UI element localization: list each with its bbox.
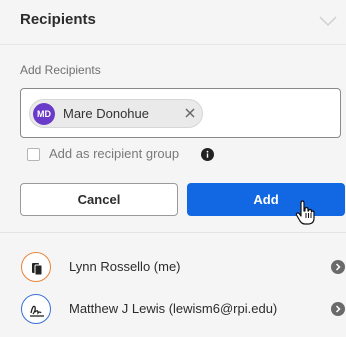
hand-cursor-icon xyxy=(295,200,315,226)
recipient-group-checkbox[interactable] xyxy=(27,148,40,161)
divider xyxy=(0,44,346,45)
recipients-panel: Recipients Add Recipients MD Mare Donohu… xyxy=(0,0,346,337)
cancel-button[interactable]: Cancel xyxy=(20,183,178,216)
chevron-down-icon[interactable] xyxy=(318,14,338,28)
add-button[interactable]: Add xyxy=(187,183,345,216)
recipients-header[interactable]: Recipients xyxy=(0,0,346,44)
chevron-right-icon[interactable] xyxy=(331,260,345,274)
list-item[interactable]: Matthew J Lewis (lewism6@rpi.edu) xyxy=(0,288,346,330)
signature-icon xyxy=(21,294,51,324)
avatar: MD xyxy=(33,103,55,125)
recipient-chip: MD Mare Donohue xyxy=(29,99,203,128)
recipient-group-label: Add as recipient group xyxy=(49,146,180,161)
panel-title: Recipients xyxy=(20,11,96,28)
chevron-right-icon[interactable] xyxy=(331,302,345,316)
info-icon[interactable] xyxy=(201,148,214,161)
close-icon[interactable] xyxy=(183,106,197,120)
list-item[interactable]: Lynn Rossello (me) xyxy=(0,246,346,288)
chip-name: Mare Donohue xyxy=(63,106,149,121)
stamp-icon xyxy=(21,252,51,282)
recipient-name: Matthew J Lewis (lewism6@rpi.edu) xyxy=(69,301,278,316)
divider xyxy=(0,232,346,233)
recipient-name: Lynn Rossello (me) xyxy=(69,259,181,274)
recipient-input[interactable]: MD Mare Donohue xyxy=(20,88,341,138)
add-recipients-label: Add Recipients xyxy=(20,63,101,77)
